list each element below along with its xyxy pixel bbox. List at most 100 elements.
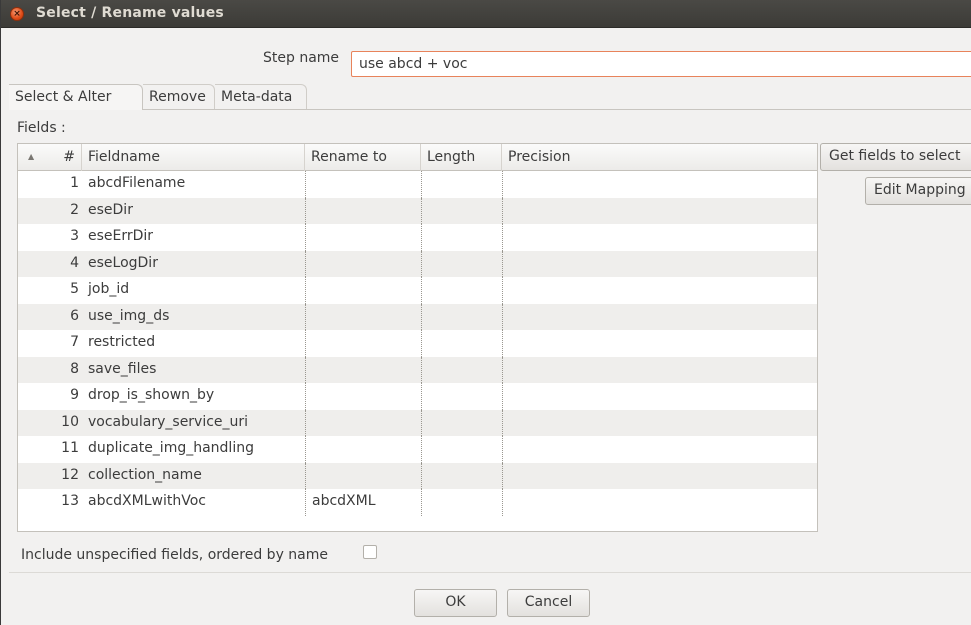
cell-fieldname[interactable]: eseErrDir xyxy=(82,224,305,251)
table-row[interactable]: 3 eseErrDir xyxy=(18,224,817,251)
cell-rename-to[interactable]: abcdXML xyxy=(305,489,421,516)
cell-rename-to[interactable] xyxy=(305,330,421,357)
cell-fieldname[interactable]: job_id xyxy=(82,277,305,304)
cell-precision[interactable] xyxy=(502,197,817,224)
cell-length[interactable] xyxy=(421,409,502,436)
cell-fieldname[interactable]: restricted xyxy=(82,330,305,357)
step-name-label: Step name xyxy=(263,50,340,66)
table-row[interactable]: 12 collection_name xyxy=(18,462,817,490)
cell-precision[interactable] xyxy=(502,171,817,198)
table-row[interactable]: 11 duplicate_img_handling xyxy=(18,436,817,463)
cell-length[interactable] xyxy=(421,303,502,330)
cell-length[interactable] xyxy=(421,462,502,489)
table-row[interactable]: 5 job_id xyxy=(18,277,817,304)
cancel-button[interactable]: Cancel xyxy=(507,589,590,617)
table-row[interactable]: 13 abcdXMLwithVoc abcdXML xyxy=(18,489,817,516)
cell-length[interactable] xyxy=(421,436,502,463)
table-row[interactable]: 9 drop_is_shown_by xyxy=(18,383,817,410)
cell-rename-to[interactable] xyxy=(305,303,421,330)
cell-precision[interactable] xyxy=(502,436,817,463)
cell-length[interactable] xyxy=(421,383,502,410)
cell-fieldname[interactable]: abcdFilename xyxy=(82,171,305,198)
cell-length[interactable] xyxy=(421,197,502,224)
cell-rename-to[interactable] xyxy=(305,462,421,489)
cell-precision[interactable] xyxy=(502,277,817,304)
table-row[interactable]: 7 restricted xyxy=(18,330,817,357)
row-number: 1 xyxy=(70,175,79,191)
cell-precision[interactable] xyxy=(502,462,817,489)
cell-rename-to[interactable] xyxy=(305,250,421,277)
cell-fieldname[interactable]: use_img_ds xyxy=(82,304,305,331)
cell-rename-to[interactable] xyxy=(305,383,421,410)
table-row[interactable]: 2 eseDir xyxy=(18,197,817,225)
tab-remove[interactable]: Remove xyxy=(143,84,215,110)
cell-fieldname[interactable]: vocabulary_service_uri xyxy=(82,410,305,437)
table-header: ▲ # Fieldname Rename to Length Precision xyxy=(18,144,817,171)
cell-fieldname[interactable]: collection_name xyxy=(82,463,305,490)
cell-precision[interactable] xyxy=(502,489,817,516)
cell-length[interactable] xyxy=(421,224,502,251)
cell-rename-to[interactable] xyxy=(305,224,421,251)
table-row[interactable]: 6 use_img_ds xyxy=(18,303,817,331)
cell-length[interactable] xyxy=(421,330,502,357)
cell-rename-to[interactable] xyxy=(305,197,421,224)
cell-fieldname[interactable]: eseDir xyxy=(82,198,305,225)
cell-rename-to[interactable] xyxy=(305,277,421,304)
tab-bar: Select & Alter Remove Meta-data xyxy=(9,84,971,110)
include-unspecified-label: Include unspecified fields, ordered by n… xyxy=(21,547,329,563)
cell-length[interactable] xyxy=(421,171,502,198)
cell-precision[interactable] xyxy=(502,224,817,251)
title-bar: × Select / Rename values xyxy=(1,0,971,28)
cell-fieldname[interactable]: abcdXMLwithVoc xyxy=(82,489,305,516)
step-name-input[interactable] xyxy=(351,51,971,77)
header-num[interactable]: ▲ # xyxy=(18,144,82,171)
edit-mapping-button[interactable]: Edit Mapping xyxy=(865,177,971,205)
include-unspecified-checkbox[interactable] xyxy=(363,545,377,559)
cell-rename-to[interactable] xyxy=(305,171,421,198)
header-rename-to[interactable]: Rename to xyxy=(305,144,421,171)
cell-fieldname[interactable]: duplicate_img_handling xyxy=(82,436,305,463)
row-number: 2 xyxy=(70,201,79,218)
table-row[interactable]: 8 save_files xyxy=(18,356,817,384)
ok-button[interactable]: OK xyxy=(414,589,497,617)
row-number: 8 xyxy=(70,360,79,377)
cell-fieldname[interactable]: save_files xyxy=(82,357,305,384)
cell-length[interactable] xyxy=(421,489,502,516)
get-fields-button[interactable]: Get fields to select xyxy=(820,143,971,171)
cell-precision[interactable] xyxy=(502,330,817,357)
table-row[interactable]: 10 vocabulary_service_uri xyxy=(18,409,817,437)
cell-precision[interactable] xyxy=(502,250,817,277)
header-precision[interactable]: Precision xyxy=(502,144,817,171)
table-row[interactable]: 1 abcdFilename xyxy=(18,171,817,198)
cell-rename-to[interactable] xyxy=(305,356,421,383)
cell-precision[interactable] xyxy=(502,409,817,436)
cell-precision[interactable] xyxy=(502,383,817,410)
cell-length[interactable] xyxy=(421,250,502,277)
tab-divider xyxy=(9,109,971,110)
table-row[interactable]: 4 eseLogDir xyxy=(18,250,817,278)
cell-rename-to[interactable] xyxy=(305,409,421,436)
row-number: 7 xyxy=(70,334,79,350)
row-number: 3 xyxy=(70,228,79,244)
cell-length[interactable] xyxy=(421,356,502,383)
row-number: 6 xyxy=(70,307,79,324)
close-icon[interactable]: × xyxy=(10,7,24,21)
cell-rename-to[interactable] xyxy=(305,436,421,463)
cell-precision[interactable] xyxy=(502,356,817,383)
cell-fieldname[interactable]: eseLogDir xyxy=(82,251,305,278)
cell-length[interactable] xyxy=(421,277,502,304)
row-number: 13 xyxy=(61,493,79,509)
tab-meta-data[interactable]: Meta-data xyxy=(215,84,307,110)
cell-fieldname[interactable]: drop_is_shown_by xyxy=(82,383,305,410)
window-title: Select / Rename values xyxy=(36,5,224,21)
row-number: 5 xyxy=(70,281,79,297)
header-length[interactable]: Length xyxy=(421,144,502,171)
row-number: 12 xyxy=(61,466,79,483)
fields-label: Fields : xyxy=(17,120,66,136)
cell-precision[interactable] xyxy=(502,303,817,330)
header-fieldname[interactable]: Fieldname xyxy=(82,144,305,171)
sort-ascending-icon: ▲ xyxy=(28,152,35,161)
tab-select-alter[interactable]: Select & Alter xyxy=(9,84,143,110)
row-number: 4 xyxy=(70,254,79,271)
fields-table: ▲ # Fieldname Rename to Length Precision… xyxy=(17,143,818,532)
